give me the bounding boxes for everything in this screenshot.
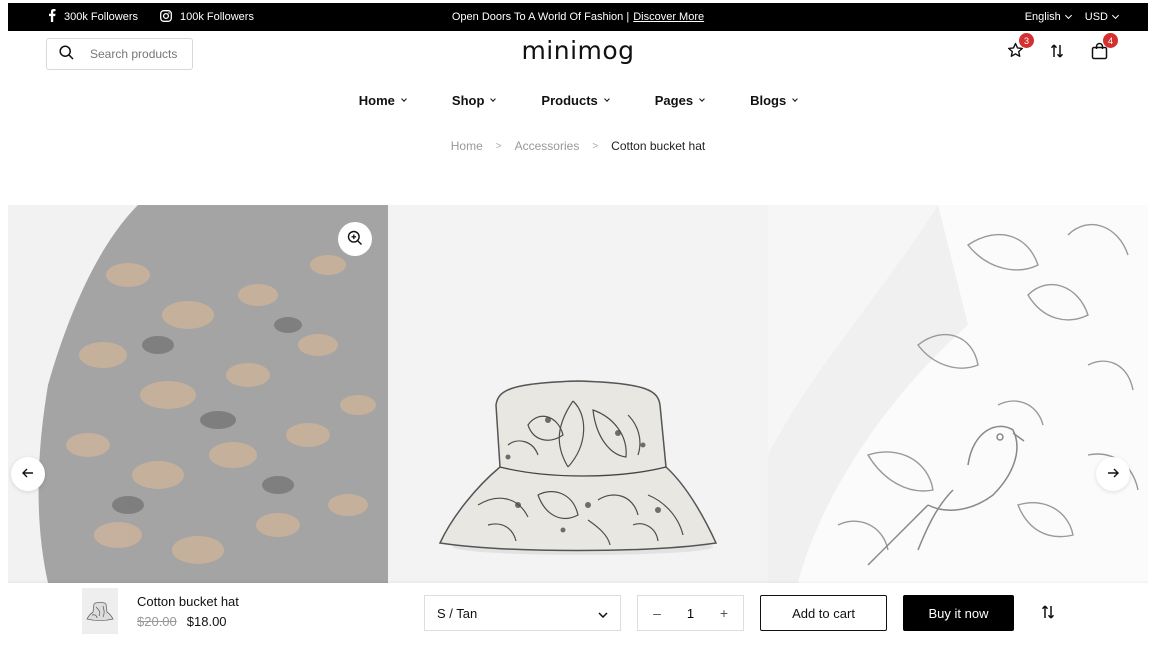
chevron-down-icon xyxy=(792,95,799,102)
social-links: 300k Followers 100k Followers xyxy=(48,3,254,31)
header-actions: 3 4 xyxy=(1004,33,1118,63)
product-gallery xyxy=(8,205,1148,583)
bucket-hat-thumbnail-image xyxy=(86,602,114,621)
gallery-next-button[interactable] xyxy=(1096,457,1130,491)
facebook-link[interactable]: 300k Followers xyxy=(48,9,138,25)
nav-item-blogs[interactable]: Blogs xyxy=(727,90,820,110)
facebook-icon xyxy=(48,9,56,25)
discover-more-link[interactable]: Discover More xyxy=(633,11,704,23)
cart-count-badge: 4 xyxy=(1103,33,1118,48)
nav-item-label: Pages xyxy=(654,92,694,108)
gallery-image-closeup-print[interactable] xyxy=(768,205,1148,583)
promo-text: Open Doors To A World Of Fashion | xyxy=(451,11,630,23)
locale-selectors: English USD xyxy=(1024,3,1120,31)
nav-item-label: Home xyxy=(358,92,395,108)
search-icon xyxy=(59,45,74,63)
bucket-hat-image xyxy=(388,205,768,583)
product-prices: $20.00 $18.00 xyxy=(137,614,227,629)
tropical-print-closeup-image xyxy=(768,205,1148,583)
gallery-image-main[interactable] xyxy=(388,205,768,583)
page: 300k Followers 100k Followers Open Doors… xyxy=(8,3,1148,653)
nav-item-label: Shop xyxy=(451,92,485,108)
announcement-bar: 300k Followers 100k Followers Open Doors… xyxy=(8,3,1148,31)
chevron-down-icon xyxy=(1111,11,1120,20)
gallery-image-closeup-pattern[interactable] xyxy=(8,205,388,583)
product-thumbnail xyxy=(82,588,118,634)
quantity-input[interactable] xyxy=(675,605,706,621)
currency-selector[interactable]: USD xyxy=(1084,11,1120,23)
facebook-followers: 300k Followers xyxy=(64,11,138,23)
language-value: English xyxy=(1024,11,1061,23)
nav-item-home[interactable]: Home xyxy=(336,90,429,110)
arrow-right-icon xyxy=(1107,467,1119,481)
chevron-down-icon xyxy=(603,95,610,102)
chevron-down-icon xyxy=(490,95,497,102)
buy-now-button[interactable]: Buy it now xyxy=(903,595,1014,631)
language-selector[interactable]: English xyxy=(1024,11,1072,23)
compare-button[interactable] xyxy=(1046,41,1068,63)
variant-select[interactable]: S / Tan xyxy=(424,595,621,631)
chevron-down-icon xyxy=(1064,11,1072,20)
instagram-link[interactable]: 100k Followers xyxy=(160,9,254,25)
chevron-right-icon: > xyxy=(592,140,599,152)
nav-item-shop[interactable]: Shop xyxy=(429,90,519,110)
chevron-right-icon: > xyxy=(495,140,502,152)
nav-item-pages[interactable]: Pages xyxy=(632,90,727,110)
compare-button[interactable] xyxy=(1037,602,1059,624)
add-to-cart-button[interactable]: Add to cart xyxy=(760,595,887,631)
breadcrumb-home[interactable]: Home xyxy=(451,139,483,153)
zoom-in-icon xyxy=(347,230,363,249)
houndstooth-closeup-image xyxy=(8,205,388,583)
increase-quantity-button[interactable]: + xyxy=(715,605,733,621)
instagram-followers: 100k Followers xyxy=(179,11,254,23)
product-name: Cotton bucket hat xyxy=(137,594,239,609)
breadcrumb: Home > Accessories > Cotton bucket hat xyxy=(8,139,1148,153)
wishlist-button[interactable]: 3 xyxy=(1004,33,1034,63)
sale-price: $18.00 xyxy=(186,614,227,629)
breadcrumb-accessories[interactable]: Accessories xyxy=(515,139,580,153)
variant-value: S / Tan xyxy=(437,605,478,621)
instagram-icon xyxy=(160,9,172,25)
nav-item-label: Products xyxy=(541,92,598,108)
chevron-down-icon xyxy=(699,95,705,102)
main-nav: Home Shop Products Pages Blogs xyxy=(8,90,1148,110)
sort-arrows-icon xyxy=(1041,604,1055,623)
sticky-add-to-cart-bar: Cotton bucket hat $20.00 $18.00 S / Tan … xyxy=(8,583,1148,643)
chevron-down-icon xyxy=(598,606,608,621)
gallery-prev-button[interactable] xyxy=(11,457,45,491)
decrease-quantity-button[interactable]: – xyxy=(648,605,666,621)
arrow-left-icon xyxy=(22,467,34,481)
zoom-button[interactable] xyxy=(338,222,372,256)
chevron-down-icon xyxy=(401,95,407,102)
breadcrumb-current: Cotton bucket hat xyxy=(611,139,706,153)
quantity-stepper: – + xyxy=(637,595,744,631)
currency-value: USD xyxy=(1084,11,1108,23)
nav-item-products[interactable]: Products xyxy=(518,90,631,110)
search-box[interactable] xyxy=(46,38,193,70)
sort-arrows-icon xyxy=(1050,43,1064,62)
wishlist-count-badge: 3 xyxy=(1019,33,1034,48)
search-input[interactable] xyxy=(90,47,185,61)
compare-at-price: $20.00 xyxy=(137,614,177,629)
nav-item-label: Blogs xyxy=(750,92,787,108)
cart-button[interactable]: 4 xyxy=(1088,33,1118,63)
